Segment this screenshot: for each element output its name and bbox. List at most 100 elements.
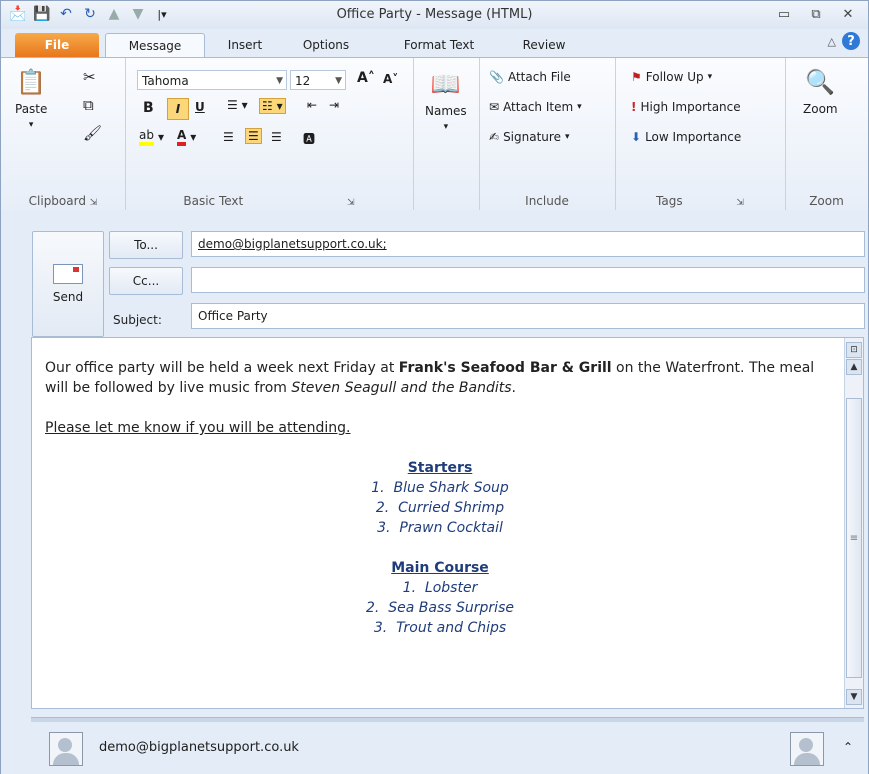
tab-format-text[interactable]: Format Text xyxy=(389,33,489,57)
minimize-icon[interactable]: ▭ xyxy=(770,3,798,25)
intro-text: Our office party will be held a week nex… xyxy=(45,360,399,376)
attach-file-button[interactable]: 📎 Attach File xyxy=(489,70,571,84)
follow-up-button[interactable]: ⚑ Follow Up ▾ xyxy=(631,70,712,84)
main-course-section: Main Course 1. Lobster 2. Sea Bass Surpr… xyxy=(45,558,835,638)
intro-paragraph: Our office party will be held a week nex… xyxy=(45,358,835,398)
bold-icon[interactable]: B xyxy=(143,100,154,116)
dialog-launcher-icon[interactable]: ⇲ xyxy=(347,198,355,208)
paperclip-icon: 📎 xyxy=(489,70,504,84)
window-title: Office Party - Message (HTML) xyxy=(336,7,533,22)
band-name: Steven Seagull and the Bandits xyxy=(291,380,512,396)
magnifier-icon: 🔍 xyxy=(805,68,836,96)
paste-button[interactable]: 📋 Paste ▾ xyxy=(15,66,47,130)
bullets-icon[interactable]: ☰ ▾ xyxy=(227,98,248,112)
address-book-icon: 📖 xyxy=(430,70,461,98)
increase-indent-icon[interactable]: ⇥ xyxy=(329,98,339,112)
avatar xyxy=(49,732,83,766)
paste-icon: 📋 xyxy=(16,68,47,96)
zoom-group-label: Zoom xyxy=(809,194,844,208)
highlight-icon[interactable]: ab ▾ xyxy=(139,128,164,146)
attach-item-button[interactable]: ✉ Attach Item ▾ xyxy=(489,100,582,114)
send-button[interactable]: Send xyxy=(32,231,104,337)
flag-icon: ⚑ xyxy=(631,70,642,84)
message-body[interactable]: Our office party will be held a week nex… xyxy=(31,337,864,709)
styles-icon[interactable]: 🅰 xyxy=(303,130,315,147)
cut-icon[interactable]: ✂ xyxy=(83,68,96,86)
font-color-icon[interactable]: A ▾ xyxy=(177,128,196,146)
vertical-scrollbar[interactable]: ⊡ ▲ ≡ ▼ xyxy=(844,338,863,708)
tags-group-label: Tags ⇲ xyxy=(656,194,744,208)
names-button[interactable]: 📖 Names ▾ xyxy=(425,68,467,132)
signature-button[interactable]: ✍ Signature ▾ xyxy=(489,130,569,144)
copy-icon[interactable]: ⧉ xyxy=(83,96,94,114)
zoom-group: 🔍 Zoom Zoom xyxy=(785,58,868,210)
maximize-icon[interactable]: ⧉ xyxy=(802,3,830,25)
zoom-button[interactable]: 🔍 Zoom xyxy=(803,66,838,116)
tab-review[interactable]: Review xyxy=(509,33,579,57)
align-right-icon[interactable]: ☰ xyxy=(271,130,282,144)
decrease-indent-icon[interactable]: ⇤ xyxy=(307,98,317,112)
message-content: Our office party will be held a week nex… xyxy=(45,358,835,638)
basic-text-group: Tahoma ▼ 12 ▼ A˄ A˅ B I U ☰ ▾ ☷ ▾ ⇤ ⇥ ab ▾… xyxy=(125,58,414,210)
scroll-up-icon[interactable]: ▲ xyxy=(846,359,862,375)
outlook-message-window: 📩 💾 ↶ ↻ ▲ ▼ |▾ Office Party - Message (H… xyxy=(0,0,869,774)
basic-text-group-label: Basic Text ⇲ xyxy=(183,194,355,208)
underline-icon[interactable]: U xyxy=(195,100,205,114)
dialog-launcher-icon[interactable]: ⇲ xyxy=(736,198,744,208)
help-icon[interactable]: ? xyxy=(842,32,860,50)
tab-file[interactable]: File xyxy=(15,33,99,57)
shrink-font-icon[interactable]: A˅ xyxy=(383,72,398,86)
avatar-head-icon xyxy=(799,738,813,752)
low-importance-button[interactable]: ⬇ Low Importance xyxy=(631,130,741,144)
italic-icon[interactable]: I xyxy=(167,98,189,120)
cc-field[interactable] xyxy=(191,267,865,293)
intro-text-3: . xyxy=(511,380,516,396)
font-size-combo[interactable]: 12 ▼ xyxy=(290,70,346,90)
include-group: 📎 Attach File ✉ Attach Item ▾ ✍ Signature ▾ I… xyxy=(479,58,616,210)
down-arrow-icon: ⬇ xyxy=(631,130,642,144)
names-label: Names xyxy=(425,104,467,118)
ribbon-tabs: File Message Insert Options Format Text … xyxy=(1,30,868,58)
avatar-head-icon xyxy=(58,738,72,752)
align-center-icon[interactable]: ☰ xyxy=(245,128,262,144)
minimize-ribbon-icon[interactable]: △ xyxy=(828,35,836,48)
chevron-down-icon: ▾ xyxy=(564,132,570,142)
to-button[interactable]: To... xyxy=(109,231,183,259)
scroll-down-icon[interactable]: ▼ xyxy=(846,689,862,705)
main-course-heading: Main Course xyxy=(391,560,489,576)
scroll-thumb[interactable]: ≡ xyxy=(846,398,862,678)
font-name-combo[interactable]: Tahoma ▼ xyxy=(137,70,287,90)
send-envelope-icon xyxy=(53,264,83,284)
numbering-icon[interactable]: ☷ ▾ xyxy=(259,98,286,114)
subject-field[interactable]: Office Party xyxy=(191,303,865,329)
people-pane-email[interactable]: demo@bigplanetsupport.co.uk xyxy=(99,740,299,755)
close-icon[interactable]: ✕ xyxy=(834,3,862,25)
dialog-launcher-icon[interactable]: ⇲ xyxy=(90,198,98,208)
align-left-icon[interactable]: ☰ xyxy=(223,130,234,144)
to-recipient[interactable]: demo@bigplanetsupport.co.uk; xyxy=(198,237,387,251)
tags-group: ⚑ Follow Up ▾ ! High Importance ⬇ Low Import… xyxy=(615,58,786,210)
list-item: 1. Lobster xyxy=(402,580,478,596)
to-field[interactable]: demo@bigplanetsupport.co.uk; xyxy=(191,231,865,257)
list-item: 3. Prawn Cocktail xyxy=(377,520,503,536)
tab-options[interactable]: Options xyxy=(291,33,361,57)
names-group: 📖 Names ▾ xyxy=(413,58,480,210)
chevron-down-icon: ▼ xyxy=(276,76,283,86)
people-pane: demo@bigplanetsupport.co.uk ⌃ xyxy=(1,722,868,774)
ribbon: 📋 Paste ▾ ✂ ⧉ 🖌 Clipboard ⇲ Tahoma ▼ 12 ▼ … xyxy=(1,57,868,211)
starters-section: Starters 1. Blue Shark Soup 2. Curried S… xyxy=(45,458,835,538)
clipboard-group: 📋 Paste ▾ ✂ ⧉ 🖌 Clipboard ⇲ xyxy=(1,58,126,210)
cc-button[interactable]: Cc... xyxy=(109,267,183,295)
tab-message[interactable]: Message xyxy=(105,33,205,58)
starters-heading: Starters xyxy=(407,460,473,476)
format-painter-icon[interactable]: 🖌 xyxy=(83,124,102,142)
tab-insert[interactable]: Insert xyxy=(215,33,275,57)
grow-font-icon[interactable]: A˄ xyxy=(357,70,375,86)
contact-avatar[interactable] xyxy=(790,732,824,766)
high-importance-button[interactable]: ! High Importance xyxy=(631,100,741,114)
ruler-toggle-icon[interactable]: ⊡ xyxy=(846,342,862,358)
expand-people-pane-icon[interactable]: ⌃ xyxy=(843,740,853,754)
signature-icon: ✍ xyxy=(489,130,500,144)
clipboard-group-label: Clipboard ⇲ xyxy=(28,194,98,208)
envelope-icon: ✉ xyxy=(489,100,500,114)
